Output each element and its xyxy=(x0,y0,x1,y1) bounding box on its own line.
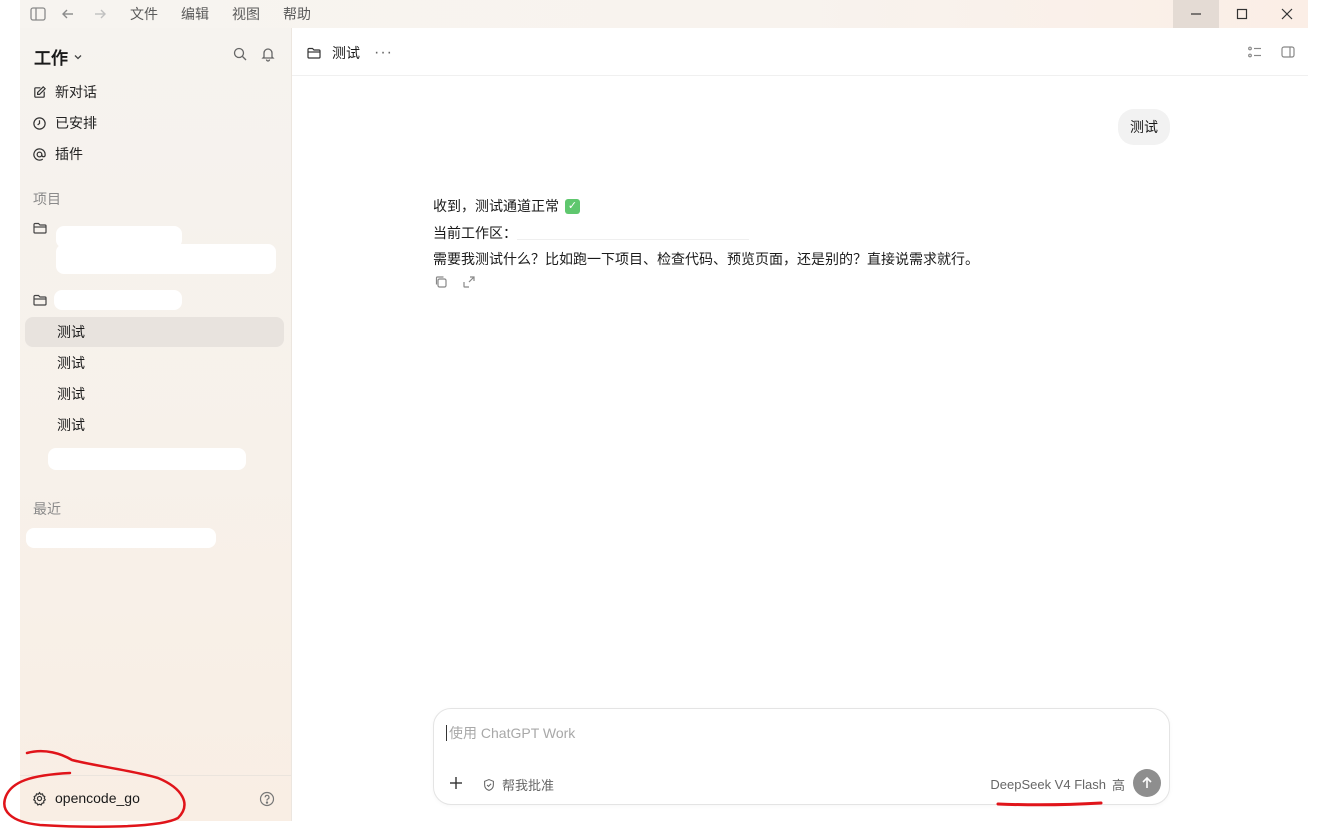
menu-help[interactable]: 帮助 xyxy=(283,4,311,24)
model-name: DeepSeek V4 Flash xyxy=(990,777,1106,792)
folder-icon xyxy=(33,222,47,234)
nav-new-chat-label: 新对话 xyxy=(55,84,97,100)
arrow-up-icon xyxy=(1142,776,1152,788)
workspace-title: 工作 xyxy=(34,49,68,68)
thread-label: 测试 xyxy=(57,417,85,433)
folder-icon xyxy=(307,47,321,59)
thread-label: 测试 xyxy=(57,386,85,402)
maximize-button[interactable] xyxy=(1219,0,1265,28)
effort-level: 高 xyxy=(1111,778,1125,793)
close-icon xyxy=(1281,8,1293,20)
edit-icon xyxy=(34,85,46,98)
chat-main: 测试 ··· 测试 收到，测试通道正常 ✓ 当前工作区： 需要我测试什么？比如跑… xyxy=(292,28,1308,821)
thread-item-4[interactable]: 测试 xyxy=(25,410,284,440)
chat-header: 测试 ··· xyxy=(292,28,1308,76)
chevron-down-icon xyxy=(74,54,82,59)
gear-icon xyxy=(32,791,47,806)
side-panel-icon[interactable] xyxy=(1280,44,1296,60)
model-selector[interactable]: DeepSeek V4 Flash 高 xyxy=(990,775,1125,794)
clock-icon xyxy=(33,116,46,130)
thread-item-2[interactable]: 测试 xyxy=(25,348,284,378)
recent-section-label: 最近 xyxy=(33,501,61,517)
assistant-reply: 收到，测试通道正常 ✓ 当前工作区： 需要我测试什么？比如跑一下项目、检查代码、… xyxy=(433,193,979,273)
redacted-workspace-path xyxy=(517,225,749,240)
thread-label: 测试 xyxy=(57,324,85,340)
minimize-icon xyxy=(1191,13,1201,15)
reply-line-3: 需要我测试什么？比如跑一下项目、检查代码、预览页面，还是别的？直接说需求就行。 xyxy=(433,251,979,267)
sidebar-toggle-icon[interactable] xyxy=(28,4,48,24)
plus-icon xyxy=(450,777,462,789)
reply-line-1: 收到，测试通道正常 xyxy=(433,198,559,214)
share-icon[interactable] xyxy=(461,274,477,290)
message-input[interactable] xyxy=(446,725,1146,741)
redacted-thread-5 xyxy=(48,448,246,470)
at-icon xyxy=(33,147,46,161)
nav-plugins[interactable]: 插件 xyxy=(32,141,83,167)
more-options-icon[interactable]: ··· xyxy=(374,44,393,62)
project-folder-1[interactable] xyxy=(32,216,48,240)
task-list-icon[interactable] xyxy=(1247,44,1263,60)
add-attachment-button[interactable] xyxy=(446,773,466,793)
menu-view[interactable]: 视图 xyxy=(232,4,260,24)
menu-file[interactable]: 文件 xyxy=(130,4,158,24)
chat-title: 测试 xyxy=(332,45,360,61)
nav-plugins-label: 插件 xyxy=(55,146,83,162)
reply-line-2-label: 当前工作区： xyxy=(433,224,517,241)
redacted-project-name-2 xyxy=(54,290,182,310)
menu-edit[interactable]: 编辑 xyxy=(181,4,209,24)
sidebar: 工作 新对话 已安排 插件 项目 测试 测试 测试 测试 最近 opencode… xyxy=(20,28,292,821)
project-folder-2[interactable] xyxy=(32,288,48,312)
composer: 帮我批准 DeepSeek V4 Flash 高 xyxy=(433,708,1170,805)
thread-label: 测试 xyxy=(57,355,85,371)
message-actions xyxy=(433,274,477,290)
approval-label: 帮我批准 xyxy=(502,778,555,793)
thread-item-1[interactable]: 测试 xyxy=(25,317,284,347)
nav-scheduled[interactable]: 已安排 xyxy=(32,110,97,136)
send-button[interactable] xyxy=(1133,769,1161,797)
back-arrow-icon[interactable] xyxy=(58,4,78,24)
search-icon[interactable] xyxy=(232,46,248,62)
close-button[interactable] xyxy=(1264,0,1310,28)
shield-icon xyxy=(484,778,494,791)
redacted-thread-1 xyxy=(56,244,276,274)
projects-section-label: 项目 xyxy=(33,191,61,207)
copy-icon[interactable] xyxy=(433,274,449,290)
account-button[interactable]: opencode_go xyxy=(32,790,140,806)
approval-toggle[interactable]: 帮我批准 xyxy=(482,775,554,794)
check-mark-icon: ✓ xyxy=(565,198,580,214)
folder-icon xyxy=(33,294,47,306)
account-name: opencode_go xyxy=(55,790,140,806)
sidebar-footer: opencode_go xyxy=(20,775,291,821)
redacted-recent-item xyxy=(26,528,216,548)
bell-icon[interactable] xyxy=(260,46,276,62)
maximize-icon xyxy=(1236,8,1248,20)
workspace-switcher[interactable]: 工作 xyxy=(34,44,84,69)
nav-scheduled-label: 已安排 xyxy=(55,115,97,131)
nav-new-chat[interactable]: 新对话 xyxy=(32,79,97,105)
minimize-button[interactable] xyxy=(1173,0,1219,28)
user-message-bubble: 测试 xyxy=(1118,109,1170,145)
help-icon[interactable] xyxy=(259,791,275,807)
forward-arrow-icon[interactable] xyxy=(90,4,110,24)
title-bar: 文件 编辑 视图 帮助 xyxy=(20,0,1308,28)
thread-item-3[interactable]: 测试 xyxy=(25,379,284,409)
